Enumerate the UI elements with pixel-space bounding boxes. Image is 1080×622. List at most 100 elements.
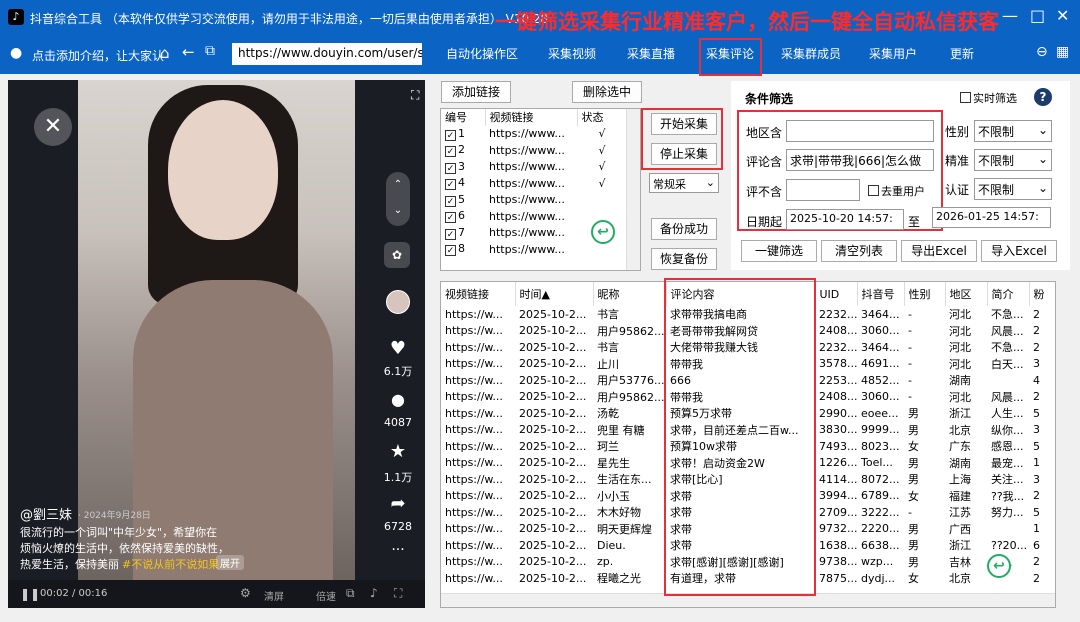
link-row-id[interactable]: ✓ 6	[441, 208, 485, 225]
col-id[interactable]: 编号	[441, 109, 486, 126]
import-excel-button[interactable]: 导入Excel	[981, 240, 1057, 262]
cell-video-link: https://w...	[445, 439, 503, 453]
col-time[interactable]: 时间▲	[515, 282, 594, 306]
col-region[interactable]: 地区	[945, 282, 988, 306]
qr-code-icon[interactable]: ▦	[1056, 44, 1069, 60]
like-icon[interactable]: ♥	[384, 338, 412, 359]
cell-time: 2025-10-2...	[519, 456, 587, 470]
copy-icon[interactable]: ⧉	[205, 43, 215, 59]
close-button[interactable]: ✕	[1056, 6, 1069, 25]
col-uid[interactable]: UID	[815, 282, 858, 306]
col-gender[interactable]: 性别	[904, 282, 946, 306]
link-row-id[interactable]: ✓ 7	[441, 225, 485, 242]
more-icon[interactable]: ···	[384, 542, 412, 558]
realtime-filter-checkbox[interactable]: 实时筛选	[960, 90, 1017, 106]
col-url[interactable]: 视频链接	[485, 109, 578, 126]
return-icon[interactable]: ↩	[987, 554, 1011, 578]
one-click-filter-button[interactable]: 一键筛选	[741, 240, 817, 262]
checkbox-icon[interactable]: ✓	[445, 146, 456, 158]
link-row[interactable]: ✓ 2 https://www... √	[441, 142, 627, 159]
tab-collect-live[interactable]: 采集直播	[627, 45, 675, 62]
precise-select[interactable]: 不限制 ⌄	[974, 149, 1052, 171]
checkbox-icon[interactable]: ✓	[445, 195, 456, 207]
link-row[interactable]: ✓ 4 https://www... √	[441, 175, 627, 192]
star-icon[interactable]: ★	[384, 441, 412, 462]
intro-link[interactable]: 点击添加介绍，让大家认	[32, 47, 164, 64]
stop-collect-button[interactable]: 停止采集	[651, 143, 717, 165]
start-collect-button[interactable]: 开始采集	[651, 113, 717, 135]
comment-icon[interactable]: ●	[384, 390, 412, 409]
home-icon[interactable]: ⌂	[160, 44, 170, 62]
date-from-picker[interactable]: 2025-10-20 14:57:	[786, 209, 904, 230]
author-name[interactable]: @劉三妹	[20, 504, 72, 523]
ai-icon[interactable]: ✿	[384, 242, 410, 268]
fullscreen-icon[interactable]: ⛶	[411, 88, 419, 103]
col-nickname[interactable]: 昵称	[593, 282, 667, 306]
comment-exclude-input[interactable]	[786, 179, 860, 201]
link-row-status: √	[598, 176, 606, 190]
dedupe-checkbox[interactable]: 去重用户	[868, 183, 925, 199]
mode-select[interactable]: 常规采 ⌄	[649, 173, 719, 193]
col-status[interactable]: 状态	[577, 109, 628, 126]
scroll-arrows-icon[interactable]: ⌃ ⌄	[386, 172, 410, 226]
col-bio[interactable]: 简介	[987, 282, 1030, 306]
col-douyin-id[interactable]: 抖音号	[857, 282, 905, 306]
link-row[interactable]: ✓ 5 https://www...	[441, 192, 627, 209]
mute-icon[interactable]: ♪	[370, 586, 378, 600]
share-icon[interactable]: ➦	[384, 493, 412, 514]
link-row-id[interactable]: ✓ 1	[441, 126, 485, 143]
link-row-id[interactable]: ✓ 4	[441, 175, 485, 192]
link-row-id[interactable]: ✓ 8	[441, 241, 485, 258]
return-icon[interactable]: ↩	[591, 220, 615, 244]
add-link-button[interactable]: 添加链接	[441, 81, 511, 103]
close-video-icon[interactable]: ✕	[34, 108, 72, 146]
tab-update[interactable]: 更新	[950, 45, 974, 62]
minimize-button[interactable]: —	[1002, 6, 1018, 25]
checkbox-icon[interactable]: ✓	[445, 162, 456, 174]
restore-button[interactable]: 恢复备份	[651, 248, 717, 270]
avatar[interactable]	[386, 290, 410, 314]
link-row[interactable]: ✓ 1 https://www... √	[441, 126, 627, 143]
backup-button[interactable]: 备份成功	[651, 218, 717, 240]
tab-collect-group[interactable]: 采集群成员	[781, 45, 841, 62]
col-video-link[interactable]: 视频链接	[441, 282, 516, 306]
comment-include-input[interactable]: 求带|带带我|666|怎么做	[786, 149, 934, 171]
checkbox-icon[interactable]: ✓	[445, 129, 456, 141]
checkbox-icon[interactable]: ✓	[445, 245, 456, 257]
link-row-id[interactable]: ✓ 3	[441, 159, 485, 176]
speed-button[interactable]: 倍速	[316, 588, 336, 603]
delete-selected-button[interactable]: 删除选中	[572, 81, 642, 103]
maximize-button[interactable]: □	[1030, 6, 1045, 25]
clear-list-button[interactable]: 清空列表	[821, 240, 897, 262]
date-to-picker[interactable]: 2026-01-25 14:57:	[932, 207, 1051, 228]
region-input[interactable]	[786, 120, 934, 142]
tab-collect-comments[interactable]: 采集评论	[706, 45, 754, 62]
video-player[interactable]: ✕ ⛶ ⌃ ⌄ ✿ ♥ 6.1万 ● 4087 ★ 1.1万 ➦ 6728 ···…	[8, 80, 425, 608]
tab-collect-users[interactable]: 采集用户	[869, 45, 917, 62]
pip-icon[interactable]: ⧉	[346, 586, 355, 601]
link-table-scrollbar[interactable]	[626, 109, 640, 270]
export-excel-button[interactable]: 导出Excel	[901, 240, 977, 262]
tab-automation[interactable]: 自动化操作区	[446, 45, 518, 62]
settings-icon[interactable]: ⚙	[240, 586, 251, 600]
link-row-id[interactable]: ✓ 2	[441, 142, 485, 159]
fullscreen-toggle-icon[interactable]: ⛶	[394, 586, 402, 601]
verify-select[interactable]: 不限制 ⌄	[974, 178, 1052, 200]
checkbox-icon[interactable]: ✓	[445, 212, 456, 224]
expand-button[interactable]: 展开	[216, 555, 244, 570]
link-row[interactable]: ✓ 3 https://www... √	[441, 159, 627, 176]
tab-collect-video[interactable]: 采集视频	[548, 45, 596, 62]
help-icon[interactable]: ?	[1034, 88, 1052, 106]
app-logo-icon: ♪	[8, 9, 24, 25]
clear-screen-toggle[interactable]: 清屏	[264, 588, 284, 603]
checkbox-icon[interactable]: ✓	[445, 179, 456, 191]
back-arrow-icon[interactable]: ←	[182, 43, 195, 61]
gender-select[interactable]: 不限制 ⌄	[974, 120, 1052, 142]
checkbox-icon[interactable]: ✓	[445, 228, 456, 240]
url-input[interactable]: https://www.douyin.com/user/se	[232, 43, 422, 65]
link-row-id[interactable]: ✓ 5	[441, 192, 485, 209]
minus-circle-icon[interactable]: ⊖	[1036, 44, 1048, 60]
pause-icon[interactable]: ❚❚	[20, 587, 40, 601]
caption-tag[interactable]: #不说从前不说如果...	[122, 556, 230, 572]
col-fans[interactable]: 粉	[1029, 282, 1055, 306]
